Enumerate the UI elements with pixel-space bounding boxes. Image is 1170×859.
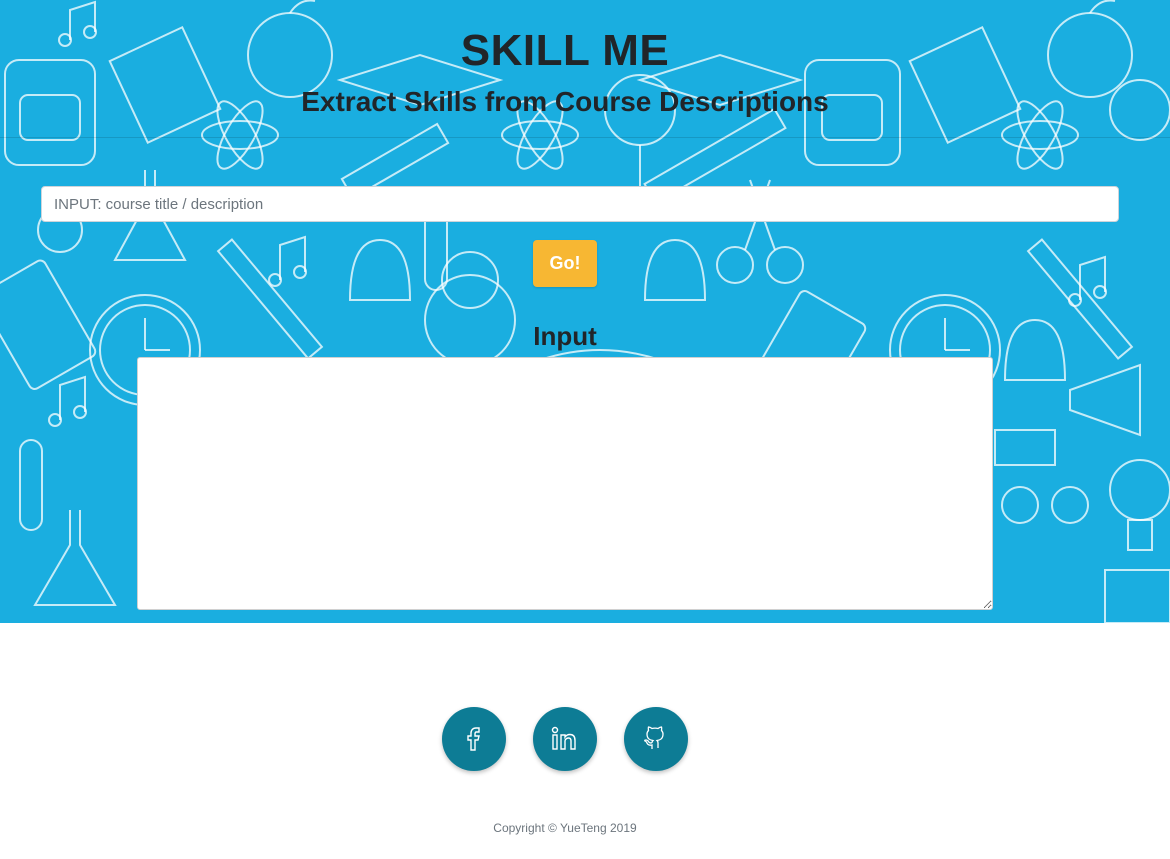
github-button[interactable] bbox=[624, 707, 688, 771]
hero-section: SKILL ME Extract Skills from Course Desc… bbox=[0, 0, 1170, 623]
site-title: SKILL ME bbox=[460, 26, 670, 75]
linkedin-icon bbox=[551, 726, 579, 752]
facebook-button[interactable] bbox=[442, 707, 506, 771]
facebook-icon bbox=[461, 726, 487, 752]
input-textarea[interactable] bbox=[137, 357, 993, 610]
go-button[interactable]: Go! bbox=[533, 240, 597, 287]
footer: Copyright © YueTeng 2019 bbox=[0, 623, 1170, 859]
linkedin-button[interactable] bbox=[533, 707, 597, 771]
course-search-input[interactable] bbox=[41, 186, 1119, 222]
hero-content: SKILL ME Extract Skills from Course Desc… bbox=[0, 0, 1170, 623]
header-divider bbox=[0, 137, 1170, 138]
site-subtitle: Extract Skills from Course Descriptions bbox=[301, 86, 829, 117]
copyright-text: Copyright © YueTeng 2019 bbox=[493, 821, 637, 835]
github-icon bbox=[643, 726, 669, 752]
input-section-heading: Input bbox=[533, 321, 597, 351]
